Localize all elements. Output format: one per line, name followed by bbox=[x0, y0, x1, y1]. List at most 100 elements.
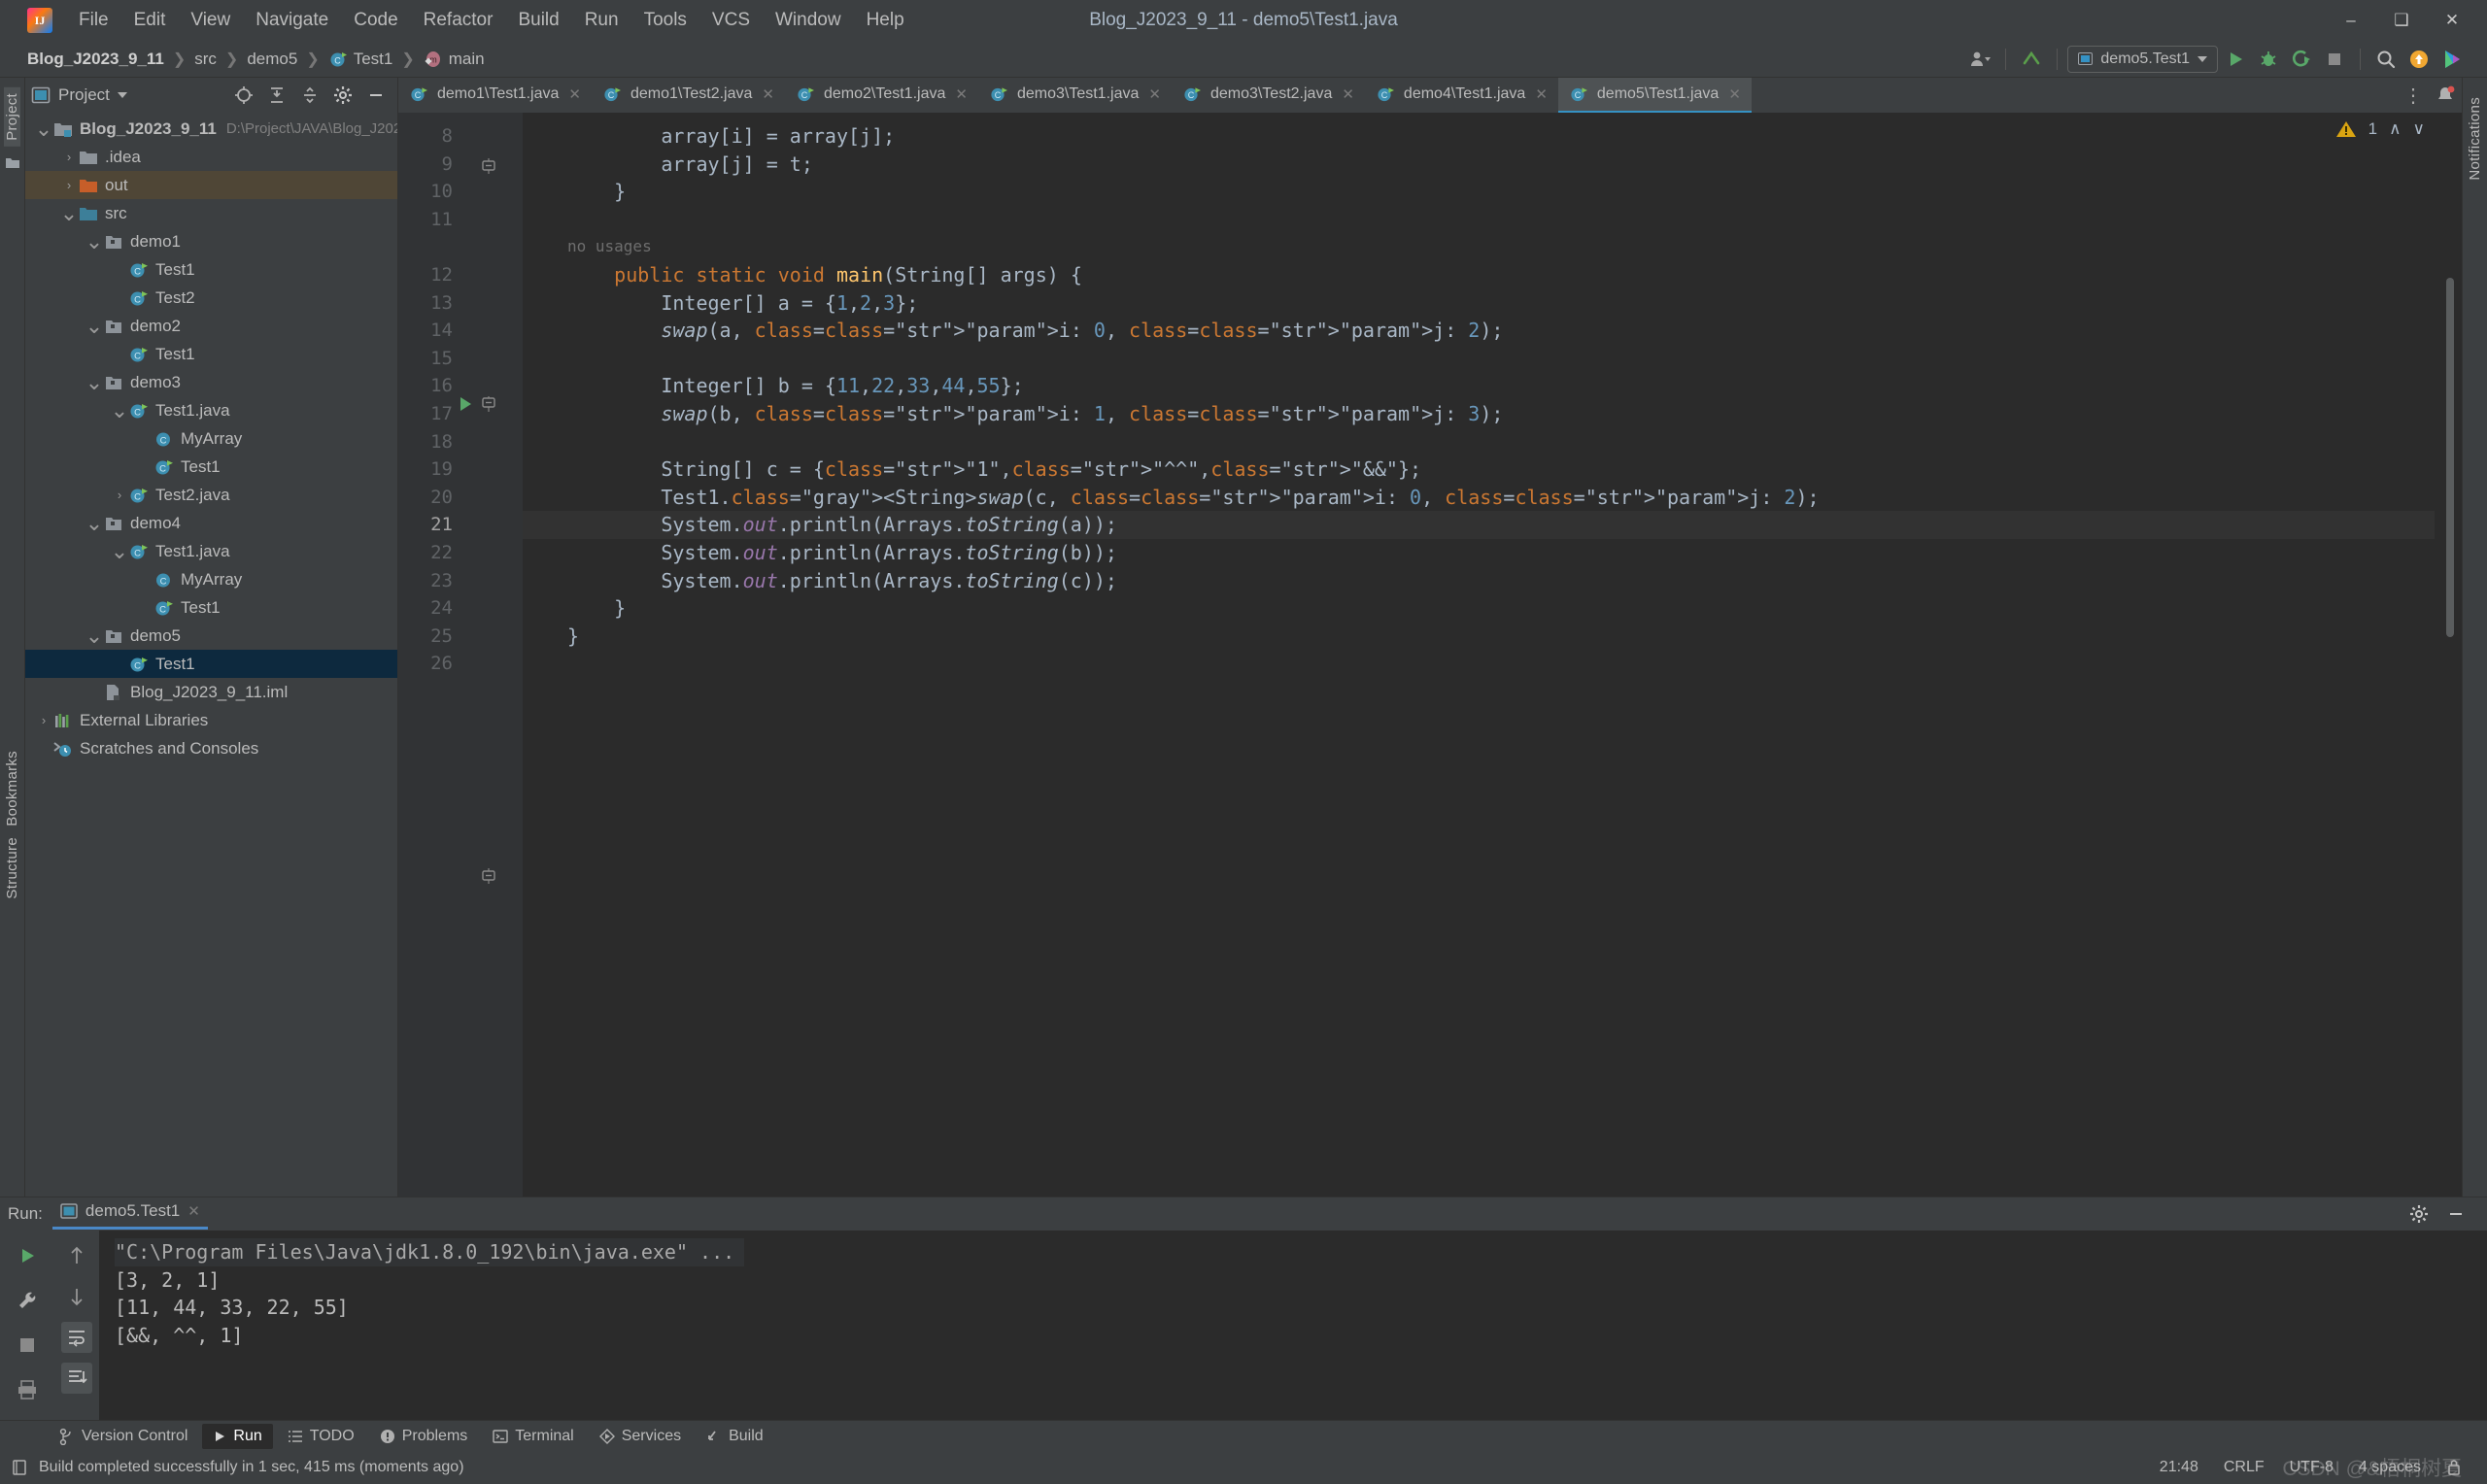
hide-panel-icon[interactable] bbox=[2440, 1199, 2471, 1229]
tree-item-src[interactable]: ⌄ src bbox=[25, 199, 397, 227]
minimize-button[interactable]: – bbox=[2326, 0, 2376, 41]
tab-close-icon[interactable]: ✕ bbox=[1342, 85, 1354, 103]
chevron-down-icon[interactable] bbox=[117, 92, 127, 98]
tool-window-services[interactable]: Services bbox=[589, 1424, 692, 1449]
menu-tools[interactable]: Tools bbox=[631, 6, 699, 35]
code-line[interactable]: System.out.println(Arrays.toString(c)); bbox=[523, 567, 2435, 595]
tree-down-arrow-icon[interactable]: ⌄ bbox=[85, 371, 103, 392]
hide-panel-icon[interactable] bbox=[360, 81, 392, 110]
run-button[interactable] bbox=[2220, 45, 2251, 74]
stop-button[interactable] bbox=[2319, 45, 2350, 74]
menu-run[interactable]: Run bbox=[572, 6, 631, 35]
menu-navigate[interactable]: Navigate bbox=[243, 6, 341, 35]
tool-strip-notifications[interactable]: Notifications bbox=[2467, 91, 2483, 186]
search-icon[interactable] bbox=[2370, 45, 2402, 74]
code-line[interactable] bbox=[523, 650, 2435, 678]
soft-wrap-icon[interactable] bbox=[61, 1322, 92, 1353]
update-project-icon[interactable] bbox=[2016, 45, 2047, 74]
tree-right-arrow-icon[interactable]: › bbox=[35, 713, 52, 727]
tree-item-demo1[interactable]: ⌄ demo1 bbox=[25, 227, 397, 255]
tool-window-problems[interactable]: Problems bbox=[369, 1424, 479, 1449]
tree-item-out[interactable]: › out bbox=[25, 171, 397, 199]
tree-item-test1[interactable]: C Test1 bbox=[25, 255, 397, 284]
tree-down-arrow-icon[interactable]: ⌄ bbox=[85, 315, 103, 336]
breadcrumb-test1[interactable]: C Test1 bbox=[324, 48, 397, 71]
tree-down-arrow-icon[interactable]: ⌄ bbox=[85, 512, 103, 533]
notifications-bell-icon[interactable] bbox=[2435, 84, 2456, 106]
close-button[interactable]: ✕ bbox=[2427, 0, 2477, 41]
code-line[interactable]: String[] c = {class="str">"1",class="str… bbox=[523, 455, 2435, 484]
tree-item-blog-j2023-9-11-iml[interactable]: Blog_J2023_9_11.iml bbox=[25, 678, 397, 706]
tree-down-arrow-icon[interactable]: ⌄ bbox=[111, 540, 128, 561]
fold-end-icon-2[interactable] bbox=[478, 865, 499, 887]
print-icon[interactable] bbox=[12, 1374, 43, 1405]
code-line[interactable]: swap(b, class=class="str">"param">i: 1, … bbox=[523, 400, 2435, 428]
tree-right-arrow-icon[interactable]: › bbox=[60, 178, 78, 192]
tree-item-test1-java[interactable]: ⌄ C Test1.java bbox=[25, 396, 397, 424]
tree-right-arrow-icon[interactable]: › bbox=[111, 488, 128, 502]
fold-start-icon[interactable] bbox=[478, 393, 499, 415]
rerun-icon[interactable] bbox=[12, 1240, 43, 1271]
indent-widget[interactable]: 4 spaces bbox=[2359, 1459, 2421, 1476]
code-line[interactable]: array[i] = array[j]; bbox=[523, 122, 2435, 151]
code-text-area[interactable]: array[i] = array[j]; array[j] = t; } no … bbox=[523, 113, 2435, 1197]
tree-down-arrow-icon[interactable]: ⌄ bbox=[35, 118, 52, 139]
tree-item-myarray[interactable]: C MyArray bbox=[25, 424, 397, 453]
editor-tab-demo2-test1-java[interactable]: Cdemo2\Test1.java ✕ bbox=[785, 78, 978, 113]
editor-tab-demo4-test1-java[interactable]: Cdemo4\Test1.java ✕ bbox=[1365, 78, 1558, 113]
down-icon[interactable] bbox=[61, 1281, 92, 1312]
tab-close-icon[interactable]: ✕ bbox=[762, 85, 774, 103]
maximize-button[interactable]: ❑ bbox=[2376, 0, 2427, 41]
fold-end-icon[interactable] bbox=[478, 155, 499, 177]
menu-refactor[interactable]: Refactor bbox=[411, 6, 506, 35]
tree-item-demo2[interactable]: ⌄ demo2 bbox=[25, 312, 397, 340]
code-line[interactable]: } bbox=[523, 178, 2435, 206]
settings-icon[interactable] bbox=[327, 81, 358, 110]
menu-vcs[interactable]: VCS bbox=[699, 6, 763, 35]
menu-window[interactable]: Window bbox=[763, 6, 854, 35]
code-line[interactable]: Integer[] b = {11,22,33,44,55}; bbox=[523, 372, 2435, 400]
lock-icon[interactable] bbox=[2446, 1459, 2462, 1476]
tree-item-demo5[interactable]: ⌄ demo5 bbox=[25, 622, 397, 650]
run-configuration-selector[interactable]: demo5.Test1 bbox=[2067, 45, 2218, 73]
line-separator-widget[interactable]: CRLF bbox=[2224, 1459, 2265, 1476]
tab-close-icon[interactable]: ✕ bbox=[568, 85, 581, 103]
prev-problem-icon[interactable]: ∧ bbox=[2389, 119, 2401, 139]
tool-strip-project[interactable]: Project bbox=[4, 87, 20, 147]
editor-tab-demo1-test1-java[interactable]: Cdemo1\Test1.java ✕ bbox=[398, 78, 592, 113]
run-console-output[interactable]: "C:\Program Files\Java\jdk1.8.0_192\bin\… bbox=[99, 1231, 2487, 1420]
editor-tab-demo1-test2-java[interactable]: Cdemo1\Test2.java ✕ bbox=[592, 78, 785, 113]
menu-code[interactable]: Code bbox=[341, 6, 410, 35]
tree-item-demo4[interactable]: ⌄ demo4 bbox=[25, 509, 397, 537]
tool-strip-structure[interactable]: Structure bbox=[4, 831, 20, 905]
settings-wrench-icon[interactable] bbox=[12, 1285, 43, 1316]
tree-right-arrow-icon[interactable]: › bbox=[60, 150, 78, 164]
tree-item-test1[interactable]: C Test1 bbox=[25, 340, 397, 368]
project-files-icon[interactable] bbox=[5, 156, 20, 170]
menu-edit[interactable]: Edit bbox=[121, 6, 179, 35]
tree-item-scratches-and-consoles[interactable]: Scratches and Consoles bbox=[25, 734, 397, 762]
breadcrumb-main[interactable]: m main bbox=[420, 48, 489, 71]
tool-window-build[interactable]: Build bbox=[696, 1424, 774, 1449]
breadcrumb-src[interactable]: src bbox=[190, 48, 221, 71]
encoding-widget[interactable]: UTF-8 bbox=[2290, 1459, 2334, 1476]
code-line[interactable]: array[j] = t; bbox=[523, 151, 2435, 179]
account-icon[interactable] bbox=[1964, 45, 1995, 74]
ide-update-icon[interactable] bbox=[2403, 45, 2435, 74]
breadcrumb-demo5[interactable]: demo5 bbox=[243, 48, 301, 71]
tab-close-icon[interactable]: ✕ bbox=[1535, 85, 1548, 103]
tree-item-demo3[interactable]: ⌄ demo3 bbox=[25, 368, 397, 396]
tree-item-blog-j2023-9-11[interactable]: ⌄ Blog_J2023_9_11 D:\Project\JAVA\Blog_J20… bbox=[25, 115, 397, 143]
tab-close-icon[interactable]: ✕ bbox=[955, 85, 968, 103]
tree-item--idea[interactable]: › .idea bbox=[25, 143, 397, 171]
tool-window-version-control[interactable]: Version Control bbox=[49, 1424, 198, 1449]
breadcrumb-project[interactable]: Blog_J2023_9_11 bbox=[23, 48, 168, 71]
tree-item-test2-java[interactable]: › C Test2.java bbox=[25, 481, 397, 509]
tool-window-run[interactable]: Run bbox=[202, 1423, 273, 1449]
code-line[interactable] bbox=[523, 206, 2435, 234]
run-gutter-icon[interactable] bbox=[455, 393, 476, 415]
menu-file[interactable]: File bbox=[66, 6, 121, 35]
tab-close-icon[interactable]: ✕ bbox=[1148, 85, 1161, 103]
editor-tab-demo3-test1-java[interactable]: Cdemo3\Test1.java ✕ bbox=[978, 78, 1172, 113]
menu-view[interactable]: View bbox=[178, 6, 243, 35]
